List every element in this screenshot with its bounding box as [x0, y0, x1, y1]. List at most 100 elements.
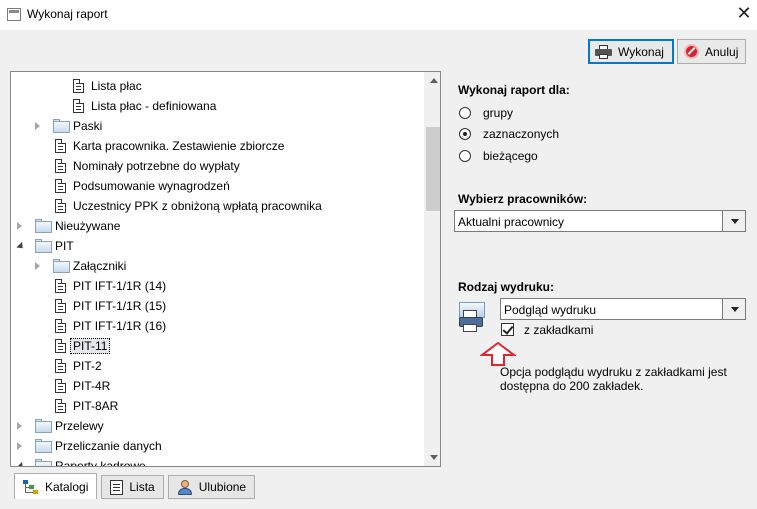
tree-item-label: Lista płac - definiowana: [91, 99, 217, 113]
tree-item-label: Lista płac: [91, 79, 142, 93]
cancel-icon: [684, 44, 699, 59]
tree-item[interactable]: PIT-2: [11, 356, 425, 376]
expand-icon[interactable]: [17, 222, 25, 230]
tree-item[interactable]: PIT-11: [11, 336, 425, 356]
tree-item-label: Podsumowanie wynagrodzeń: [73, 179, 230, 193]
tree-item[interactable]: Karta pracownika. Zestawienie zbiorcze: [11, 136, 425, 156]
expand-icon[interactable]: [17, 442, 25, 450]
tab-label: Ulubione: [198, 480, 247, 494]
tree-item[interactable]: Lista płac - definiowana: [11, 96, 425, 116]
run-button[interactable]: Wykonaj: [588, 39, 674, 64]
tree-item[interactable]: Nominały potrzebne do wypłaty: [11, 156, 425, 176]
report-icon: [55, 359, 66, 373]
tree-item-label: PIT-11: [70, 338, 111, 354]
report-icon: [55, 279, 66, 293]
report-icon: [55, 319, 66, 333]
tab-label: Katalogi: [45, 479, 89, 494]
tab-label: Lista: [129, 480, 155, 494]
tree-item-label: Załączniki: [73, 259, 127, 273]
expand-icon[interactable]: [35, 262, 43, 270]
tree-item[interactable]: Przelewy: [11, 416, 425, 436]
tree-item-label: Raporty kadrowe: [55, 459, 146, 467]
print-type-title: Rodzaj wydruku:: [458, 280, 555, 294]
radio-label: zaznaczonych: [483, 127, 560, 141]
tree-item[interactable]: PIT-8AR: [11, 396, 425, 416]
collapse-icon[interactable]: [16, 461, 26, 466]
radio-zaznaczonych[interactable]: zaznaczonych: [459, 127, 559, 141]
tree-item-label: Uczestnicy PPK z obniżoną wpłatą pracown…: [73, 199, 322, 213]
radio-button[interactable]: [459, 107, 471, 119]
report-icon: [55, 159, 66, 173]
folder-icon: [35, 419, 52, 433]
window-icon: [7, 8, 21, 21]
tree-item[interactable]: PIT IFT-1/1R (16): [11, 316, 425, 336]
tree-item-label: PIT-8AR: [73, 399, 119, 413]
tree-item-label: Nominały potrzebne do wypłaty: [73, 159, 240, 173]
scroll-thumb[interactable]: [426, 127, 440, 211]
tree-item-label: PIT-2: [73, 359, 102, 373]
tree-item[interactable]: PIT IFT-1/1R (14): [11, 276, 425, 296]
radio-label: bieżącego: [483, 149, 538, 163]
report-tree[interactable]: Lista płac Lista płac - definiowana Paski K…: [10, 71, 441, 467]
tree-item[interactable]: PIT IFT-1/1R (15): [11, 296, 425, 316]
folder-icon: [35, 239, 52, 253]
tree-item-label: PIT IFT-1/1R (15): [73, 299, 167, 313]
tab-ulubione[interactable]: Ulubione: [167, 475, 256, 499]
report-for-title: Wykonaj raport dla:: [458, 83, 570, 97]
chevron-down-icon[interactable]: [722, 298, 746, 320]
tree-item[interactable]: Przeliczanie danych: [11, 436, 425, 456]
tree-item-label: Paski: [73, 119, 103, 133]
collapse-icon[interactable]: [16, 241, 26, 252]
window-title: Wykonaj raport: [27, 7, 108, 21]
tree-item[interactable]: PIT-4R: [11, 376, 425, 396]
tree-scrollbar[interactable]: [424, 72, 440, 466]
radio-button[interactable]: [459, 128, 471, 140]
print-type-select[interactable]: Podgląd wydruku: [500, 298, 746, 320]
report-icon: [55, 139, 66, 153]
folder-icon: [53, 259, 70, 273]
employees-select[interactable]: Aktualni pracownicy: [454, 210, 746, 232]
tree-item[interactable]: Uczestnicy PPK z obniżoną wpłatą pracown…: [11, 196, 425, 216]
radio-button[interactable]: [459, 150, 471, 162]
cancel-button-label: Anuluj: [705, 44, 739, 59]
title-bar: Wykonaj raport ✕: [0, 0, 757, 30]
tree-item-label: PIT IFT-1/1R (14): [73, 279, 167, 293]
report-icon: [73, 99, 84, 113]
list-icon: [110, 479, 124, 495]
run-button-label: Wykonaj: [618, 44, 664, 59]
tree-item-label: PIT-4R: [73, 379, 111, 393]
expand-icon[interactable]: [17, 422, 25, 430]
report-icon: [55, 299, 66, 313]
tree-item[interactable]: Załączniki: [11, 256, 425, 276]
tree-item[interactable]: Podsumowanie wynagrodzeń: [11, 176, 425, 196]
tab-katalogi[interactable]: Katalogi: [14, 473, 98, 499]
chevron-down-icon[interactable]: [722, 210, 746, 232]
radio-biezacego[interactable]: bieżącego: [459, 149, 538, 163]
tree-item[interactable]: Raporty kadrowe: [11, 456, 425, 467]
tree-item-label: Przelewy: [55, 419, 104, 433]
folder-icon: [35, 219, 52, 233]
cancel-button[interactable]: Anuluj: [677, 39, 746, 64]
scroll-down-icon[interactable]: [430, 455, 438, 460]
print-preview-icon: [456, 300, 488, 334]
hierarchy-icon: [23, 479, 39, 494]
employees-title: Wybierz pracowników:: [458, 192, 588, 206]
bookmarks-checkbox[interactable]: [501, 323, 514, 336]
tree-item-label: Przeliczanie danych: [55, 439, 162, 453]
report-icon: [73, 79, 84, 93]
tree-item[interactable]: Nieużywane: [11, 216, 425, 236]
tree-item[interactable]: Lista płac: [11, 76, 425, 96]
tab-lista[interactable]: Lista: [101, 475, 164, 499]
report-icon: [55, 179, 66, 193]
scroll-up-icon[interactable]: [430, 78, 438, 83]
radio-grupy[interactable]: grupy: [459, 106, 513, 120]
employees-value: Aktualni pracownicy: [458, 215, 565, 229]
tree-item-label: PIT IFT-1/1R (16): [73, 319, 167, 333]
tree-item[interactable]: Paski: [11, 116, 425, 136]
tree-item[interactable]: PIT: [11, 236, 425, 256]
bookmarks-label: z zakładkami: [524, 323, 594, 337]
expand-icon[interactable]: [35, 122, 43, 130]
close-icon[interactable]: ✕: [734, 3, 754, 25]
printer-icon: [595, 44, 612, 59]
tree-item-label: PIT: [55, 239, 74, 253]
